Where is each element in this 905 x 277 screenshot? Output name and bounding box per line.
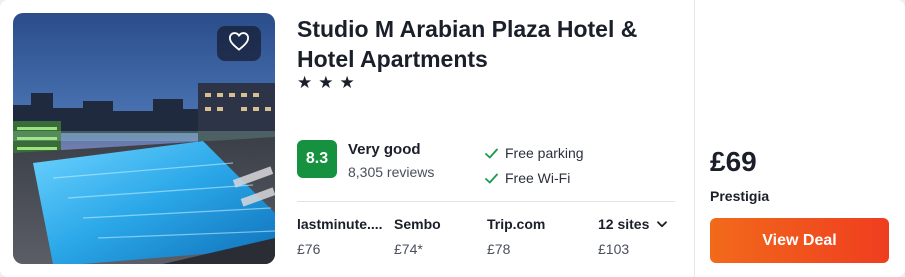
chevron-down-icon — [657, 220, 668, 228]
amenity-label: Free Wi-Fi — [505, 170, 571, 186]
provider-sembo[interactable]: Sembo £74* — [394, 216, 441, 257]
price-column-divider — [694, 0, 695, 277]
view-deal-button[interactable]: View Deal — [710, 218, 889, 263]
rating-score-badge: 8.3 — [297, 140, 337, 178]
provider-name: lastminute.... — [297, 216, 383, 232]
star-rating: ★★★ — [297, 73, 361, 92]
amenity-free-parking: Free parking — [485, 145, 584, 161]
more-sites-toggle[interactable]: 12 sites — [598, 216, 668, 232]
deal-provider: Prestigia — [710, 188, 770, 204]
amenity-label: Free parking — [505, 145, 584, 161]
heart-icon — [228, 31, 250, 56]
more-sites[interactable]: 12 sites £103 — [598, 216, 668, 257]
deal-price: £69 — [710, 146, 757, 177]
check-icon — [485, 173, 498, 184]
section-divider — [297, 201, 675, 202]
review-count[interactable]: 8,305 reviews — [348, 164, 434, 180]
favourite-button[interactable] — [217, 26, 261, 61]
more-sites-label: 12 sites — [598, 216, 650, 232]
rating-label: Very good — [348, 141, 421, 158]
hotel-result-card: Studio M Arabian Plaza Hotel & Hotel Apa… — [0, 0, 905, 277]
provider-price: £76 — [297, 241, 321, 257]
check-icon — [485, 148, 498, 159]
more-sites-price: £103 — [598, 241, 630, 257]
provider-name: Trip.com — [487, 216, 546, 232]
provider-price: £74* — [394, 241, 423, 257]
provider-tripcom[interactable]: Trip.com £78 — [487, 216, 545, 257]
provider-lastminute[interactable]: lastminute.... £76 — [297, 216, 383, 257]
provider-name: Sembo — [394, 216, 441, 232]
provider-price: £78 — [487, 241, 511, 257]
amenity-free-wifi: Free Wi-Fi — [485, 170, 570, 186]
hotel-name[interactable]: Studio M Arabian Plaza Hotel & Hotel Apa… — [297, 14, 677, 74]
